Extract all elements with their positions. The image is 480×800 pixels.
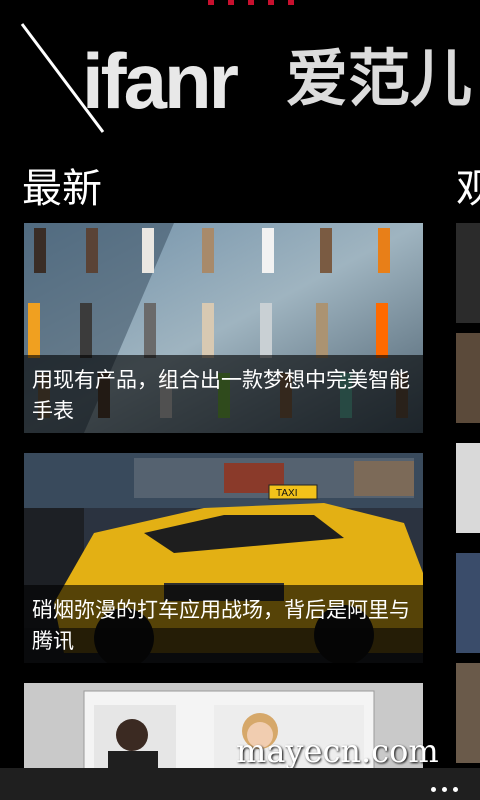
article-tile[interactable]: 用现有产品，组合出一款梦想中完美智能手表 (24, 223, 423, 433)
article-title: 硝烟弥漫的打车应用战场，背后是阿里与腾讯 (24, 585, 423, 663)
next-page-thumbnail[interactable] (456, 443, 480, 533)
svg-text:TAXI: TAXI (276, 488, 297, 499)
watermark-text: mayecn.com (236, 732, 439, 770)
brand-name: ifanr (82, 37, 239, 125)
app-bar (0, 768, 480, 800)
next-page-thumbnail[interactable] (456, 663, 480, 763)
next-page-thumbnail[interactable] (456, 223, 480, 323)
next-page-thumbnail[interactable] (456, 553, 480, 653)
article-title: 用现有产品，组合出一款梦想中完美智能手表 (24, 355, 423, 433)
article-tile[interactable]: TAXI 硝烟弥漫的打车应用战场，背后是阿里与腾讯 (24, 453, 423, 663)
pivot-header-next[interactable]: 观 (456, 156, 480, 214)
app-page: ifanr 爱范儿 最新 观 用现有产品，组合出一款梦想中完美智能手表 TAXI… (0, 0, 480, 800)
brand-name-cn: 爱范儿 (286, 42, 473, 115)
next-page-thumbnail[interactable] (456, 333, 480, 423)
more-ellipsis-icon[interactable] (431, 787, 458, 792)
app-header-logo: ifanr 爱范儿 (18, 22, 480, 142)
pivot-header-latest[interactable]: 最新 (22, 156, 102, 214)
progress-indicator (208, 0, 298, 6)
